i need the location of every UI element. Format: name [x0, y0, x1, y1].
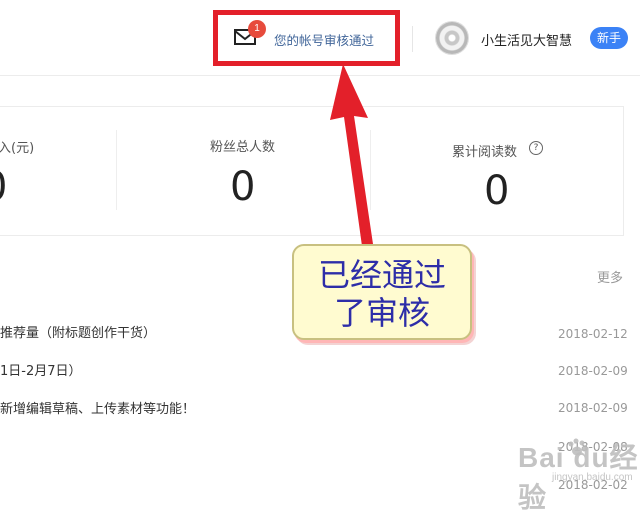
callout-text: 已经通过 了审核 — [317, 256, 446, 332]
header-separator — [412, 26, 413, 52]
list-item[interactable]: 新增编辑草稿、上传素材等功能！ 2018-02-09 — [0, 398, 640, 418]
list-item-title[interactable]: 新增编辑草稿、上传素材等功能！ — [0, 398, 195, 417]
stats-panel — [0, 106, 624, 236]
more-link[interactable]: 更多 — [597, 267, 623, 286]
stat-label-reads: 累计阅读数 — [452, 145, 518, 160]
newbie-button[interactable]: 新手 — [590, 27, 628, 49]
list-item-title[interactable]: 1日-2月7日） — [0, 360, 82, 379]
stat-value-followers: 0 — [230, 164, 256, 210]
stats-divider — [370, 130, 371, 210]
list-item-date: 2018-02-12 — [558, 327, 628, 341]
stat-value-income: 0 — [0, 164, 7, 210]
header-divider — [0, 75, 640, 76]
stat-label-followers: 粉丝总人数 — [210, 140, 276, 155]
username[interactable]: 小生活见大智慧 — [481, 30, 572, 49]
list-item[interactable]: 1日-2月7日） 2018-02-09 — [0, 360, 640, 380]
list-item-date: 2018-02-09 — [558, 364, 628, 378]
list-item-title[interactable]: 推荐量（附标题创作干货） — [0, 322, 156, 341]
annotation-callout: 已经通过 了审核 — [292, 244, 472, 340]
highlight-box — [213, 10, 400, 66]
question-circle-icon[interactable]: ? — [529, 141, 543, 155]
stat-label-income: 入(元) — [0, 141, 35, 156]
watermark-subtext: jingyan.baidu.com — [552, 472, 633, 483]
baidu-jingyan-watermark: Bai du经验 jingyan.baidu.com — [500, 430, 640, 513]
paw-icon — [568, 438, 587, 456]
stat-value-reads: 0 — [484, 168, 510, 214]
avatar[interactable] — [436, 22, 468, 54]
list-item-date: 2018-02-09 — [558, 401, 628, 415]
stats-divider — [116, 130, 117, 210]
